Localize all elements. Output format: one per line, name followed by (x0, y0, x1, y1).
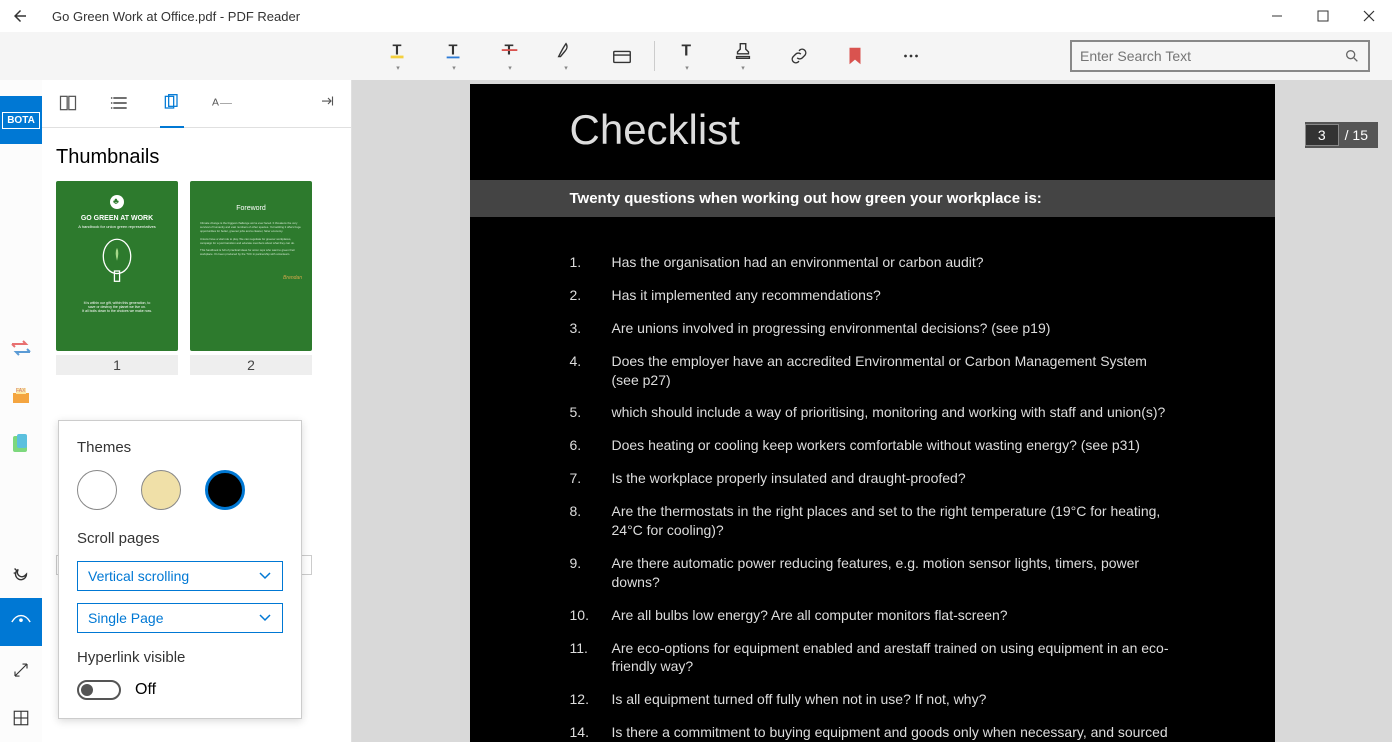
close-button[interactable] (1346, 0, 1392, 32)
left-sidebar: BOTA FAX (0, 80, 42, 742)
strikethrough-button[interactable]: T▾ (482, 32, 538, 80)
svg-text:A: A (212, 97, 219, 108)
page-title: Checklist (570, 106, 1175, 154)
theme-white[interactable] (77, 470, 117, 510)
question-item: 6.Does heating or cooling keep workers c… (570, 436, 1175, 455)
day-night-icon[interactable] (0, 550, 42, 598)
toggle-state-label: Off (135, 681, 156, 699)
sidepanel-tabs: A—— (42, 80, 351, 128)
tab-thumbnails[interactable] (160, 80, 184, 128)
question-item: 14. Is there a commitment to buying equi… (570, 723, 1175, 742)
more-button[interactable] (883, 32, 939, 80)
scroll-label: Scroll pages (77, 530, 283, 547)
titlebar: Go Green Work at Office.pdf - PDF Reader (0, 0, 1392, 32)
question-item: 11. Are eco-options for equipment enable… (570, 639, 1175, 677)
question-item: 7.Is the workplace properly insulated an… (570, 469, 1175, 488)
ink-button[interactable]: ▾ (538, 32, 594, 80)
svg-text:T: T (449, 43, 458, 59)
page-mode-select[interactable]: Single Page (77, 603, 283, 633)
question-item: 5.which should include a way of prioriti… (570, 403, 1175, 422)
window-title: Go Green Work at Office.pdf - PDF Reader (52, 9, 300, 24)
toolbar: T▾ T▾ T▾ ▾ T▾ ▾ (0, 32, 1392, 80)
tab-bookmarks[interactable] (56, 80, 80, 128)
fullscreen-icon[interactable] (0, 646, 42, 694)
chevron-down-icon (258, 571, 272, 581)
tab-annotations[interactable]: A—— (212, 80, 236, 128)
text-tool-button[interactable]: T▾ (659, 32, 715, 80)
back-icon[interactable] (8, 4, 32, 28)
page-counter: 3 / 15 (1305, 122, 1378, 148)
theme-black[interactable] (205, 470, 245, 510)
notes-icon[interactable] (0, 420, 42, 468)
document-viewer[interactable]: 3 / 15 Checklist Twenty questions when w… (352, 80, 1392, 742)
svg-text:—: — (225, 98, 233, 107)
search-input[interactable] (1080, 48, 1344, 64)
scroll-mode-select[interactable]: Vertical scrolling (77, 561, 283, 591)
hyperlink-toggle[interactable] (77, 680, 121, 700)
question-item: 12. Is all equipment turned off fully wh… (570, 690, 1175, 709)
grid-icon[interactable] (0, 694, 42, 742)
search-box[interactable] (1070, 40, 1370, 72)
search-icon[interactable] (1344, 48, 1360, 64)
view-mode-icon[interactable] (0, 598, 42, 646)
svg-text:T: T (682, 43, 692, 60)
highlight-button[interactable]: T▾ (370, 32, 426, 80)
stamp-button[interactable]: ▾ (715, 32, 771, 80)
question-item: 9.Are there automatic power reducing fea… (570, 554, 1175, 592)
question-item: 4. Does the employer have an accredited … (570, 352, 1175, 390)
undo-redo-icon[interactable] (0, 324, 42, 372)
theme-sepia[interactable] (141, 470, 181, 510)
chevron-down-icon (258, 613, 272, 623)
fax-icon[interactable]: FAX (0, 372, 42, 420)
total-pages: / 15 (1345, 127, 1378, 143)
minimize-button[interactable] (1254, 0, 1300, 32)
bookmark-button[interactable] (827, 32, 883, 80)
question-item: 1.Has the organisation had an environmen… (570, 253, 1175, 272)
hyperlink-label: Hyperlink visible (77, 649, 283, 666)
link-button[interactable] (771, 32, 827, 80)
question-item: 10. Are all bulbs low energy? Are all co… (570, 606, 1175, 625)
question-item: 2.Has it implemented any recommendations… (570, 286, 1175, 305)
question-item: 8. Are the thermostats in the right plac… (570, 502, 1175, 540)
document-page: Checklist Twenty questions when working … (470, 84, 1275, 742)
question-list: 1.Has the organisation had an environmen… (570, 253, 1175, 742)
tab-outline[interactable] (108, 80, 132, 128)
theme-swatches (77, 470, 283, 510)
svg-text:FAX: FAX (16, 388, 26, 394)
underline-button[interactable]: T▾ (426, 32, 482, 80)
view-settings-popup: Themes Scroll pages Vertical scrolling S… (58, 420, 302, 719)
page-subtitle: Twenty questions when working out how gr… (470, 180, 1275, 217)
window-controls (1254, 0, 1392, 32)
thumbnails-heading: Thumbnails (42, 128, 351, 181)
question-item: 3.Are unions involved in progressing env… (570, 319, 1175, 338)
pin-icon[interactable] (319, 92, 337, 115)
bota-button[interactable]: BOTA (0, 96, 42, 144)
current-page-input[interactable]: 3 (1305, 124, 1339, 146)
folder-button[interactable] (594, 32, 650, 80)
themes-label: Themes (77, 439, 283, 456)
maximize-button[interactable] (1300, 0, 1346, 32)
